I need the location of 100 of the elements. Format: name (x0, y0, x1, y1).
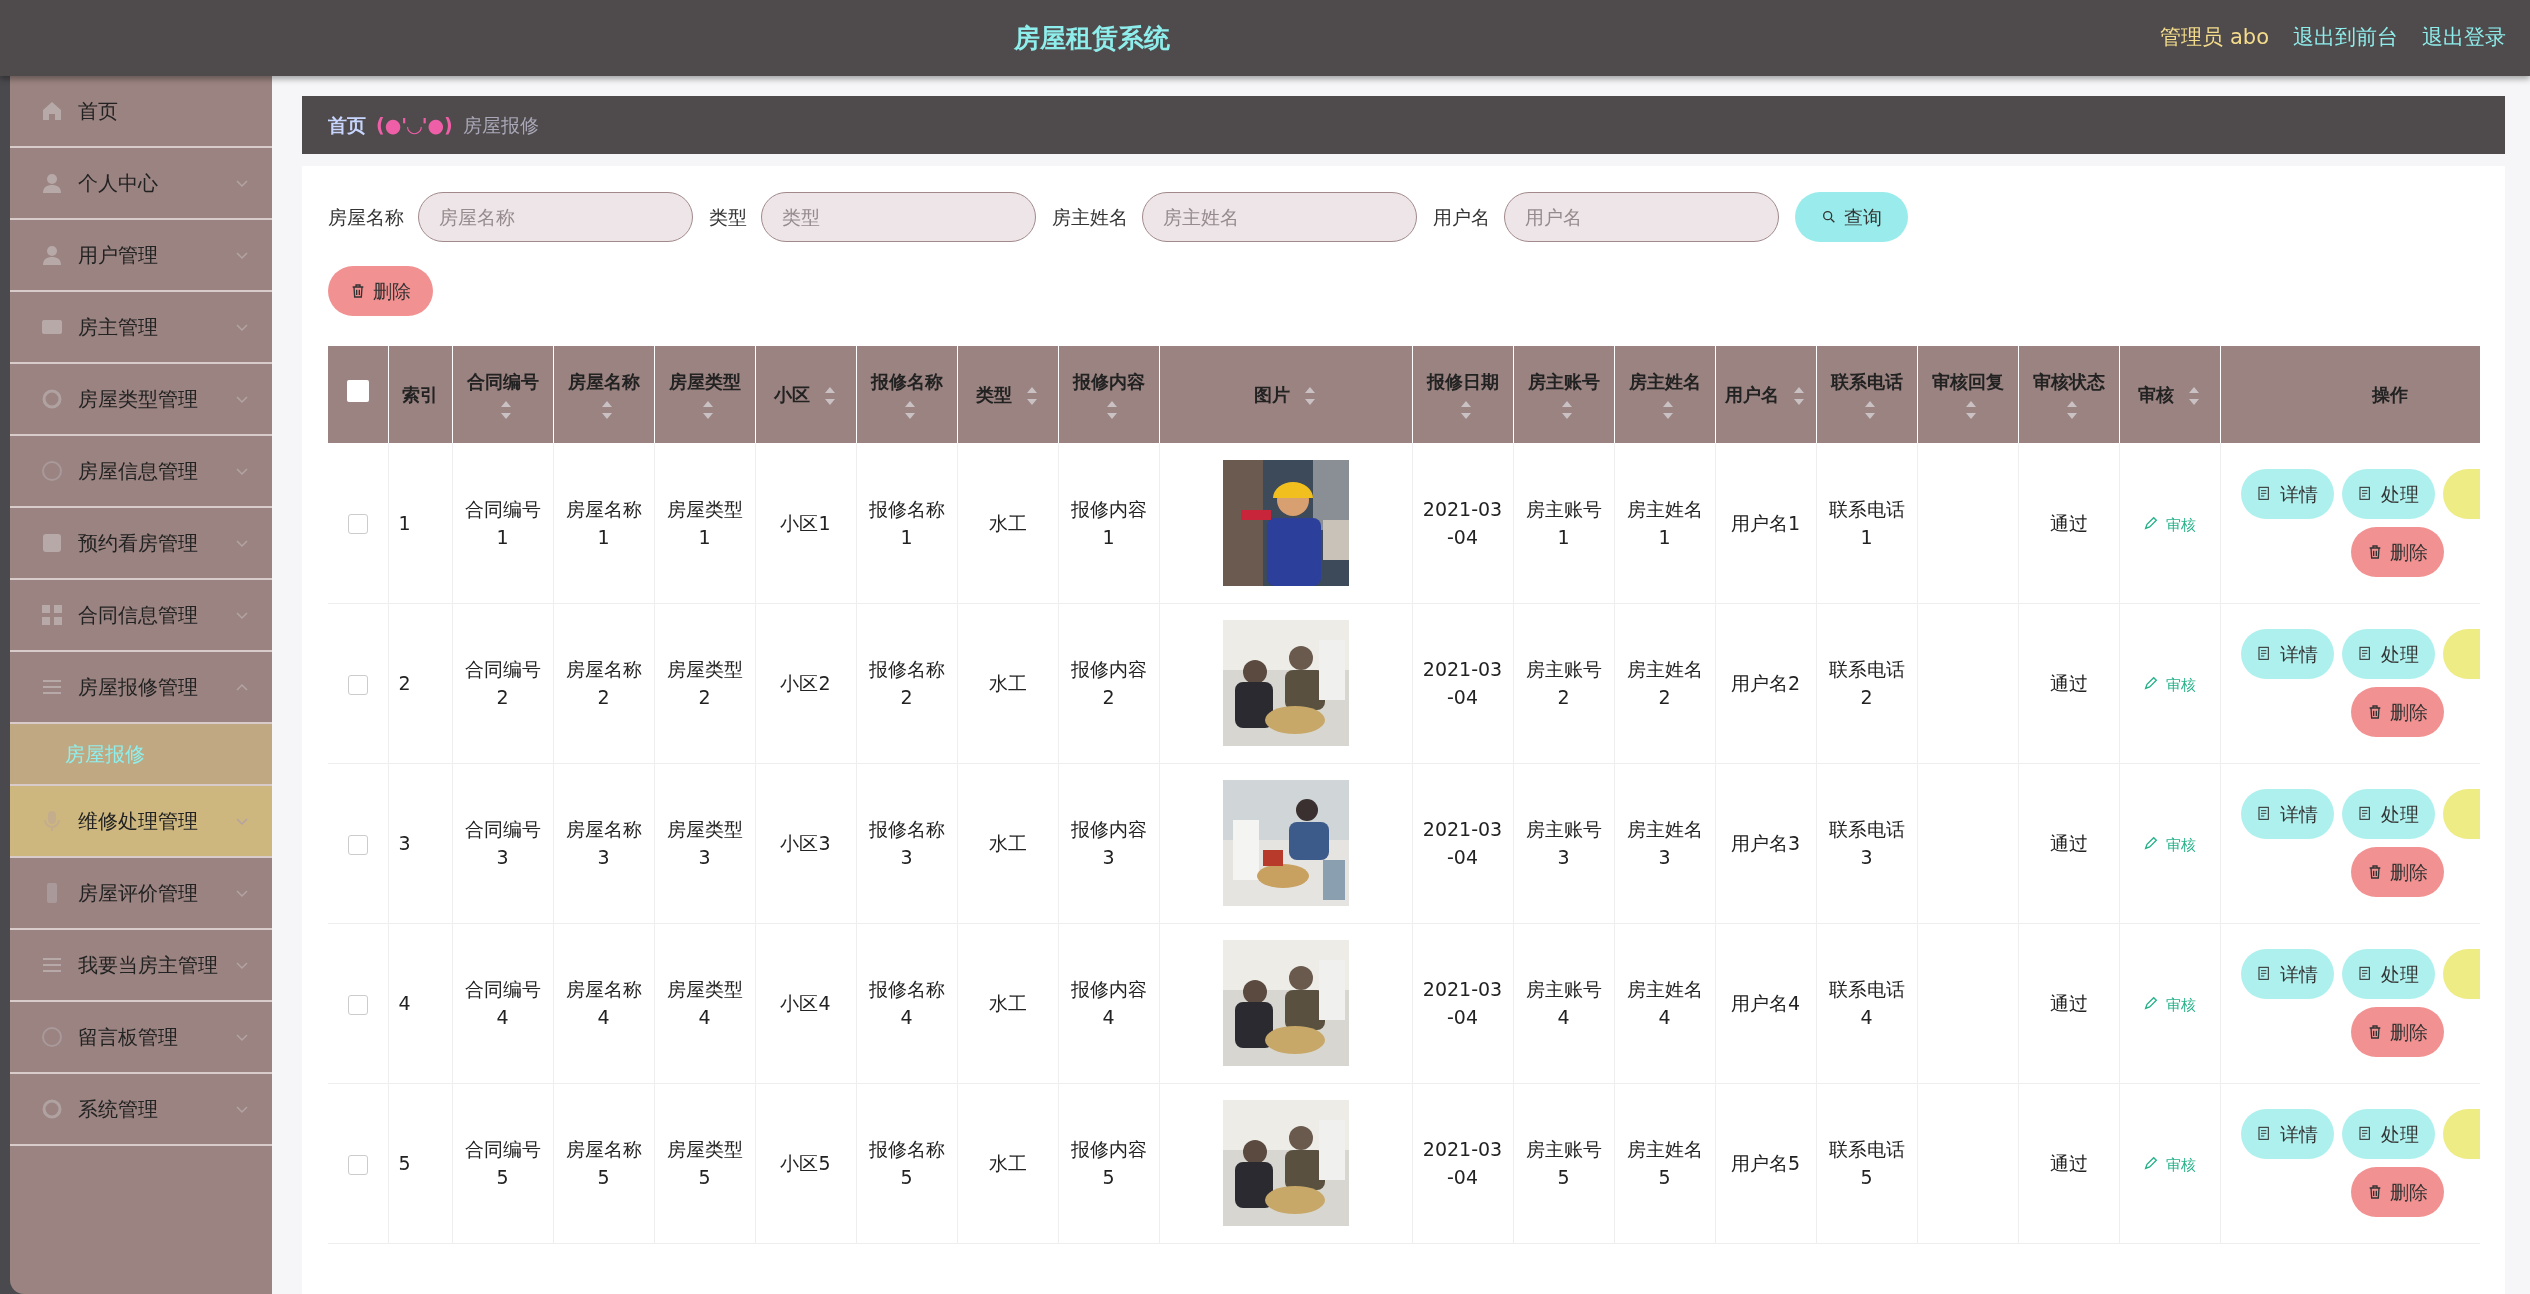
table-cell: 用户名4 (1730, 992, 1801, 1015)
details-button[interactable]: 详情 (2240, 629, 2334, 680)
table-cell: 房主姓名2 (1626, 657, 1703, 709)
table-cell: 房屋名称3 (565, 817, 642, 869)
table-cell: 通过 (2049, 992, 2088, 1015)
sidebar-label: 房屋报修管理 (78, 674, 199, 701)
table-cell: 合同编号2 (464, 657, 541, 709)
table-cell: 2021-03-04 (1422, 817, 1503, 869)
header-link[interactable]: 退出到前台 (2293, 22, 2398, 54)
process-button[interactable]: 处理 (2341, 469, 2435, 520)
table-cell: 报修名称2 (868, 657, 945, 709)
column-header[interactable]: 图片 (1159, 346, 1412, 444)
search-button[interactable]: 查询 (1795, 192, 1908, 243)
column-header[interactable]: 报修内容 (1058, 346, 1159, 444)
column-header[interactable]: 房屋类型 (654, 346, 755, 444)
table-cell: 2021-03-04 (1422, 497, 1503, 549)
table-cell: 房屋类型3 (666, 817, 743, 869)
process-button[interactable]: 处理 (2341, 789, 2435, 840)
sidebar-label: 留言板管理 (78, 1024, 179, 1051)
column-header[interactable]: 审核回复 (1917, 346, 2018, 444)
table-cell: 2021-03-04 (1422, 1137, 1503, 1189)
table-cell: 房屋类型5 (666, 1137, 743, 1189)
table-cell: 2 (398, 672, 411, 695)
breadcrumb-link[interactable]: 首页 (328, 110, 366, 140)
column-header[interactable]: 房主账号 (1513, 346, 1614, 444)
table-cell: 联系电话2 (1828, 657, 1905, 709)
table-cell: 水工 (988, 832, 1027, 855)
search-field[interactable]: 类型 (761, 192, 1036, 243)
table-cell: 报修内容3 (1070, 817, 1147, 869)
table-cell: 通过 (2049, 832, 2088, 855)
table-cell: 房屋名称5 (565, 1137, 642, 1189)
table-cell: 房主姓名5 (1626, 1137, 1703, 1189)
sidebar-label: 房屋评价管理 (78, 880, 199, 907)
sidebar-label: 用户管理 (78, 242, 159, 269)
column-header[interactable]: 审核状态 (2018, 346, 2119, 444)
table-cell: 5 (398, 1152, 411, 1175)
table-cell: 联系电话4 (1828, 977, 1905, 1029)
search-field[interactable]: 用户名 (1504, 192, 1779, 243)
table-cell: 房主账号4 (1525, 977, 1602, 1029)
delete-button[interactable]: 删除 (2350, 1167, 2444, 1218)
table-cell: 房主账号1 (1525, 497, 1602, 549)
review-link[interactable]: 审核 (2143, 996, 2196, 1015)
delete-button[interactable]: 删除 (328, 266, 433, 317)
column-header[interactable]: 房屋名称 (553, 346, 654, 444)
details-button[interactable]: 详情 (2240, 469, 2334, 520)
review-link[interactable]: 审核 (2143, 676, 2196, 695)
table-cell: 报修内容1 (1070, 497, 1147, 549)
table-cell: 房屋名称2 (565, 657, 642, 709)
details-button[interactable]: 详情 (2240, 949, 2334, 1000)
column-header[interactable]: 报修日期 (1412, 346, 1513, 444)
column-header: 操作 (2220, 346, 2480, 444)
table-cell: 报修内容5 (1070, 1137, 1147, 1189)
header-link[interactable]: 退出登录 (2422, 22, 2506, 54)
table-cell: 水工 (988, 511, 1027, 534)
table-cell: 小区2 (780, 672, 831, 695)
column-header[interactable]: 房主姓名 (1614, 346, 1715, 444)
process-button[interactable]: 处理 (2341, 629, 2435, 680)
column-header[interactable]: 类型 (957, 346, 1058, 444)
delete-button[interactable]: 删除 (2350, 847, 2444, 898)
table-cell: 报修内容4 (1070, 977, 1147, 1029)
sidebar-label: 首页 (78, 98, 119, 125)
table-cell: 水工 (988, 1152, 1027, 1175)
table-cell: 合同编号1 (464, 497, 541, 549)
table-cell: 房主姓名3 (1626, 817, 1703, 869)
column-header[interactable]: 小区 (755, 346, 856, 444)
table-cell: 合同编号3 (464, 817, 541, 869)
table-cell: 合同编号5 (464, 1137, 541, 1189)
sidebar-label: 我要当房主管理 (78, 952, 219, 979)
sidebar-item[interactable]: 维修处理管理 (10, 786, 272, 858)
review-link[interactable]: 审核 (2143, 1156, 2196, 1175)
table-cell: 用户名2 (1730, 672, 1801, 695)
table-cell: 2021-03-04 (1422, 977, 1503, 1029)
process-button[interactable]: 处理 (2341, 1109, 2435, 1160)
table-cell: 联系电话3 (1828, 817, 1905, 869)
review-link[interactable]: 审核 (2143, 836, 2196, 855)
table-cell: 通过 (2049, 1152, 2088, 1175)
table-cell: 联系电话5 (1828, 1137, 1905, 1189)
search-field[interactable]: 房屋名称 (418, 192, 693, 243)
column-header[interactable]: 合同编号 (452, 346, 553, 444)
table-cell: 房屋名称4 (565, 977, 642, 1029)
review-link[interactable]: 审核 (2143, 515, 2196, 534)
table-cell: 报修名称4 (868, 977, 945, 1029)
sidebar-label: 预约看房管理 (78, 530, 199, 557)
table-cell: 房屋类型4 (666, 977, 743, 1029)
process-button[interactable]: 处理 (2341, 949, 2435, 1000)
table-cell: 用户名3 (1730, 832, 1801, 855)
column-header[interactable]: 联系电话 (1816, 346, 1917, 444)
details-button[interactable]: 详情 (2240, 789, 2334, 840)
table-cell: 小区4 (780, 992, 831, 1015)
column-header[interactable]: 报修名称 (856, 346, 957, 444)
details-button[interactable]: 详情 (2240, 1109, 2334, 1160)
delete-button[interactable]: 删除 (2350, 1007, 2444, 1058)
table-cell: 用户名1 (1730, 511, 1801, 534)
delete-button[interactable]: 删除 (2350, 527, 2444, 578)
table-cell: 2021-03-04 (1422, 657, 1503, 709)
delete-button[interactable]: 删除 (2350, 687, 2444, 738)
column-header[interactable]: 审核 (2119, 346, 2220, 444)
column-header[interactable]: 用户名 (1715, 346, 1816, 444)
table-cell: 联系电话1 (1828, 497, 1905, 549)
search-field[interactable]: 房主姓名 (1142, 192, 1417, 243)
